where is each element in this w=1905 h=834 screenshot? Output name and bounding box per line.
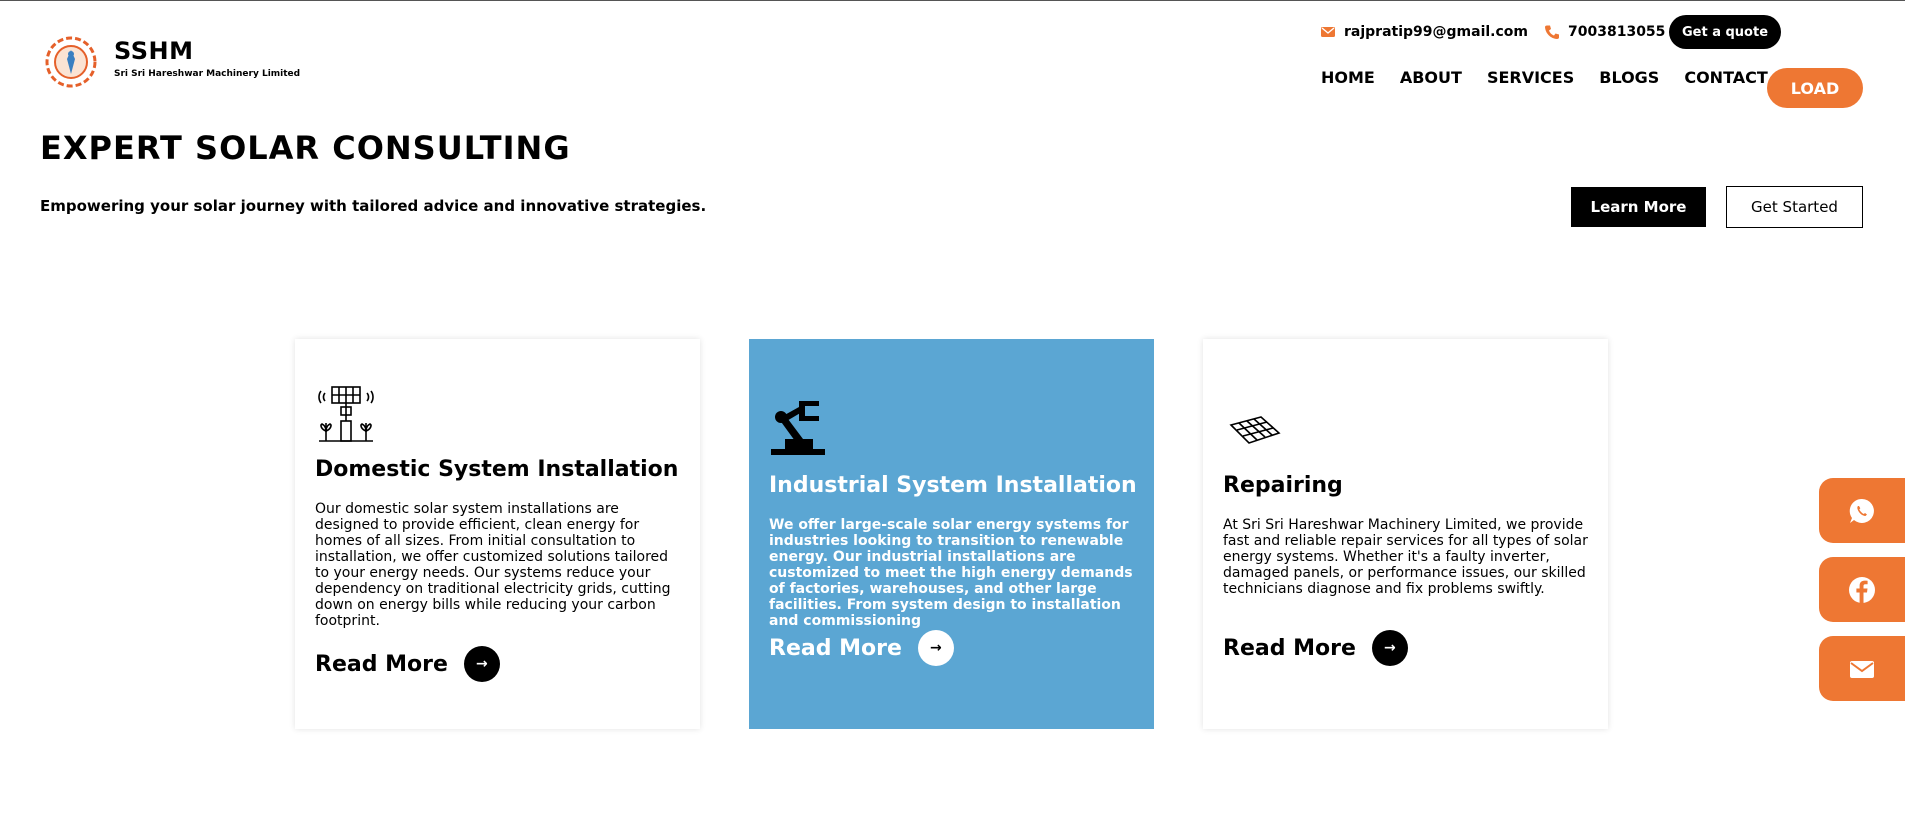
read-more-label: Read More	[769, 635, 902, 661]
phone-contact[interactable]: 7003813055	[1544, 24, 1665, 40]
brand-subtitle: Sri Sri Hareshwar Machinery Limited	[114, 69, 301, 79]
whatsapp-button[interactable]	[1819, 478, 1905, 543]
read-more-link[interactable]: Read More →	[315, 646, 500, 682]
robot-arm-icon	[771, 401, 825, 455]
service-card-repairing: Repairing At Sri Sri Hareshwar Machinery…	[1203, 339, 1608, 729]
hero-subtitle: Empowering your solar journey with tailo…	[40, 197, 707, 215]
nav-blogs[interactable]: BLOGS	[1599, 68, 1659, 87]
logo[interactable]	[42, 31, 100, 93]
mail-icon	[1850, 660, 1874, 678]
learn-more-button[interactable]: Learn More	[1571, 187, 1706, 227]
page-title: EXPERT SOLAR CONSULTING	[40, 129, 571, 167]
arrow-right-icon: →	[917, 630, 954, 666]
mail-button[interactable]	[1819, 636, 1905, 701]
phone-icon	[1545, 25, 1559, 39]
card-title: Domestic System Installation	[315, 457, 679, 482]
nav-home[interactable]: HOME	[1321, 68, 1375, 87]
facebook-icon	[1849, 576, 1875, 603]
solar-panel-icon	[1229, 416, 1281, 444]
phone-text: 7003813055	[1568, 24, 1666, 40]
card-text: At Sri Sri Hareshwar Machinery Limited, …	[1223, 517, 1588, 597]
card-text: Our domestic solar system installations …	[315, 501, 671, 629]
read-more-label: Read More	[315, 651, 448, 677]
nav-services[interactable]: SERVICES	[1487, 68, 1574, 87]
read-more-link[interactable]: Read More →	[769, 630, 954, 666]
nav-contact[interactable]: CONTACT	[1684, 68, 1767, 87]
card-title: Repairing	[1223, 473, 1343, 498]
read-more-link[interactable]: Read More →	[1223, 630, 1408, 666]
email-text: rajpratip99@gmail.com	[1344, 24, 1528, 40]
brand-name: SSHM	[114, 37, 194, 65]
whatsapp-icon	[1849, 498, 1874, 523]
card-text: We offer large-scale solar energy system…	[769, 517, 1133, 629]
arrow-right-icon: →	[463, 646, 500, 682]
arrow-right-icon: →	[1371, 630, 1408, 666]
facebook-button[interactable]	[1819, 557, 1905, 622]
service-card-industrial: Industrial System Installation We offer …	[749, 339, 1154, 729]
solar-tree-icon	[318, 386, 374, 442]
get-quote-button[interactable]: Get a quote	[1669, 15, 1781, 49]
get-started-button[interactable]: Get Started	[1726, 186, 1863, 228]
main-nav: HOME ABOUT SERVICES BLOGS CONTACT	[1321, 68, 1768, 87]
load-button[interactable]: LOAD	[1767, 68, 1863, 108]
email-contact[interactable]: rajpratip99@gmail.com	[1320, 24, 1528, 40]
contact-row: rajpratip99@gmail.com 7003813055	[1320, 15, 1665, 49]
read-more-label: Read More	[1223, 635, 1356, 661]
mail-icon	[1321, 27, 1335, 37]
service-card-domestic: Domestic System Installation Our domesti…	[295, 339, 700, 729]
card-title: Industrial System Installation	[769, 473, 1137, 498]
nav-about[interactable]: ABOUT	[1400, 68, 1462, 87]
